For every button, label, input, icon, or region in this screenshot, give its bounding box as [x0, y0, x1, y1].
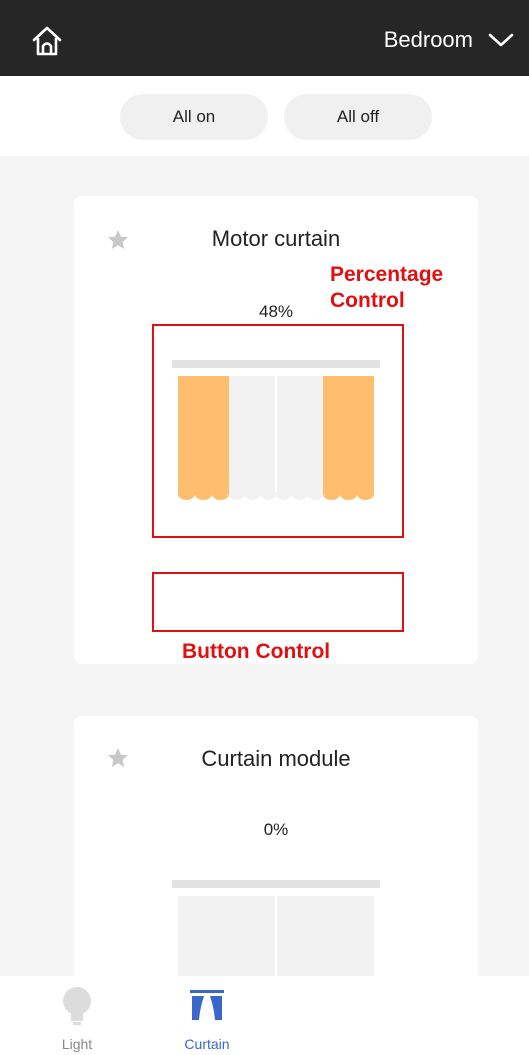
top-bar: Bedroom — [0, 0, 529, 76]
button-control-highlight — [152, 572, 404, 632]
button-control-annotation: Button Control — [182, 640, 331, 663]
tab-curtain[interactable]: Curtain — [162, 984, 252, 1054]
curtain-icon — [190, 990, 224, 1020]
device-list: Motor curtain 48% Curtain module 0% — [0, 156, 529, 976]
lightbulb-icon — [63, 987, 91, 1025]
tab-label: Light — [61, 1036, 93, 1052]
home-icon[interactable] — [30, 24, 64, 58]
annotation-line: Control — [330, 289, 405, 312]
curtain-rod — [172, 880, 380, 888]
curtain-panel-left-bg — [178, 896, 276, 976]
room-selector[interactable]: Bedroom — [384, 22, 515, 58]
device-title: Motor curtain — [211, 226, 341, 251]
all-on-button[interactable]: All on — [120, 94, 268, 140]
chevron-down-icon — [488, 33, 514, 47]
annotation-line: Percentage — [330, 263, 444, 286]
bottom-tab-bar: Light Curtain — [0, 976, 529, 1055]
all-off-button[interactable]: All off — [284, 94, 432, 140]
quick-actions: All on All off — [0, 76, 529, 156]
percentage-readout: 0% — [263, 820, 289, 839]
tab-light[interactable]: Light — [32, 984, 122, 1054]
curtain-panel-right-bg — [276, 896, 374, 976]
percentage-control-annotation: Percentage Control — [330, 262, 443, 314]
room-label: Bedroom — [383, 27, 473, 52]
curtain-percentage-control[interactable] — [172, 880, 380, 976]
tab-label: Curtain — [184, 1036, 230, 1052]
device-title: Curtain module — [201, 746, 351, 771]
device-card-curtain-module: Curtain module 0% — [74, 716, 478, 976]
percentage-control-highlight — [152, 324, 404, 538]
